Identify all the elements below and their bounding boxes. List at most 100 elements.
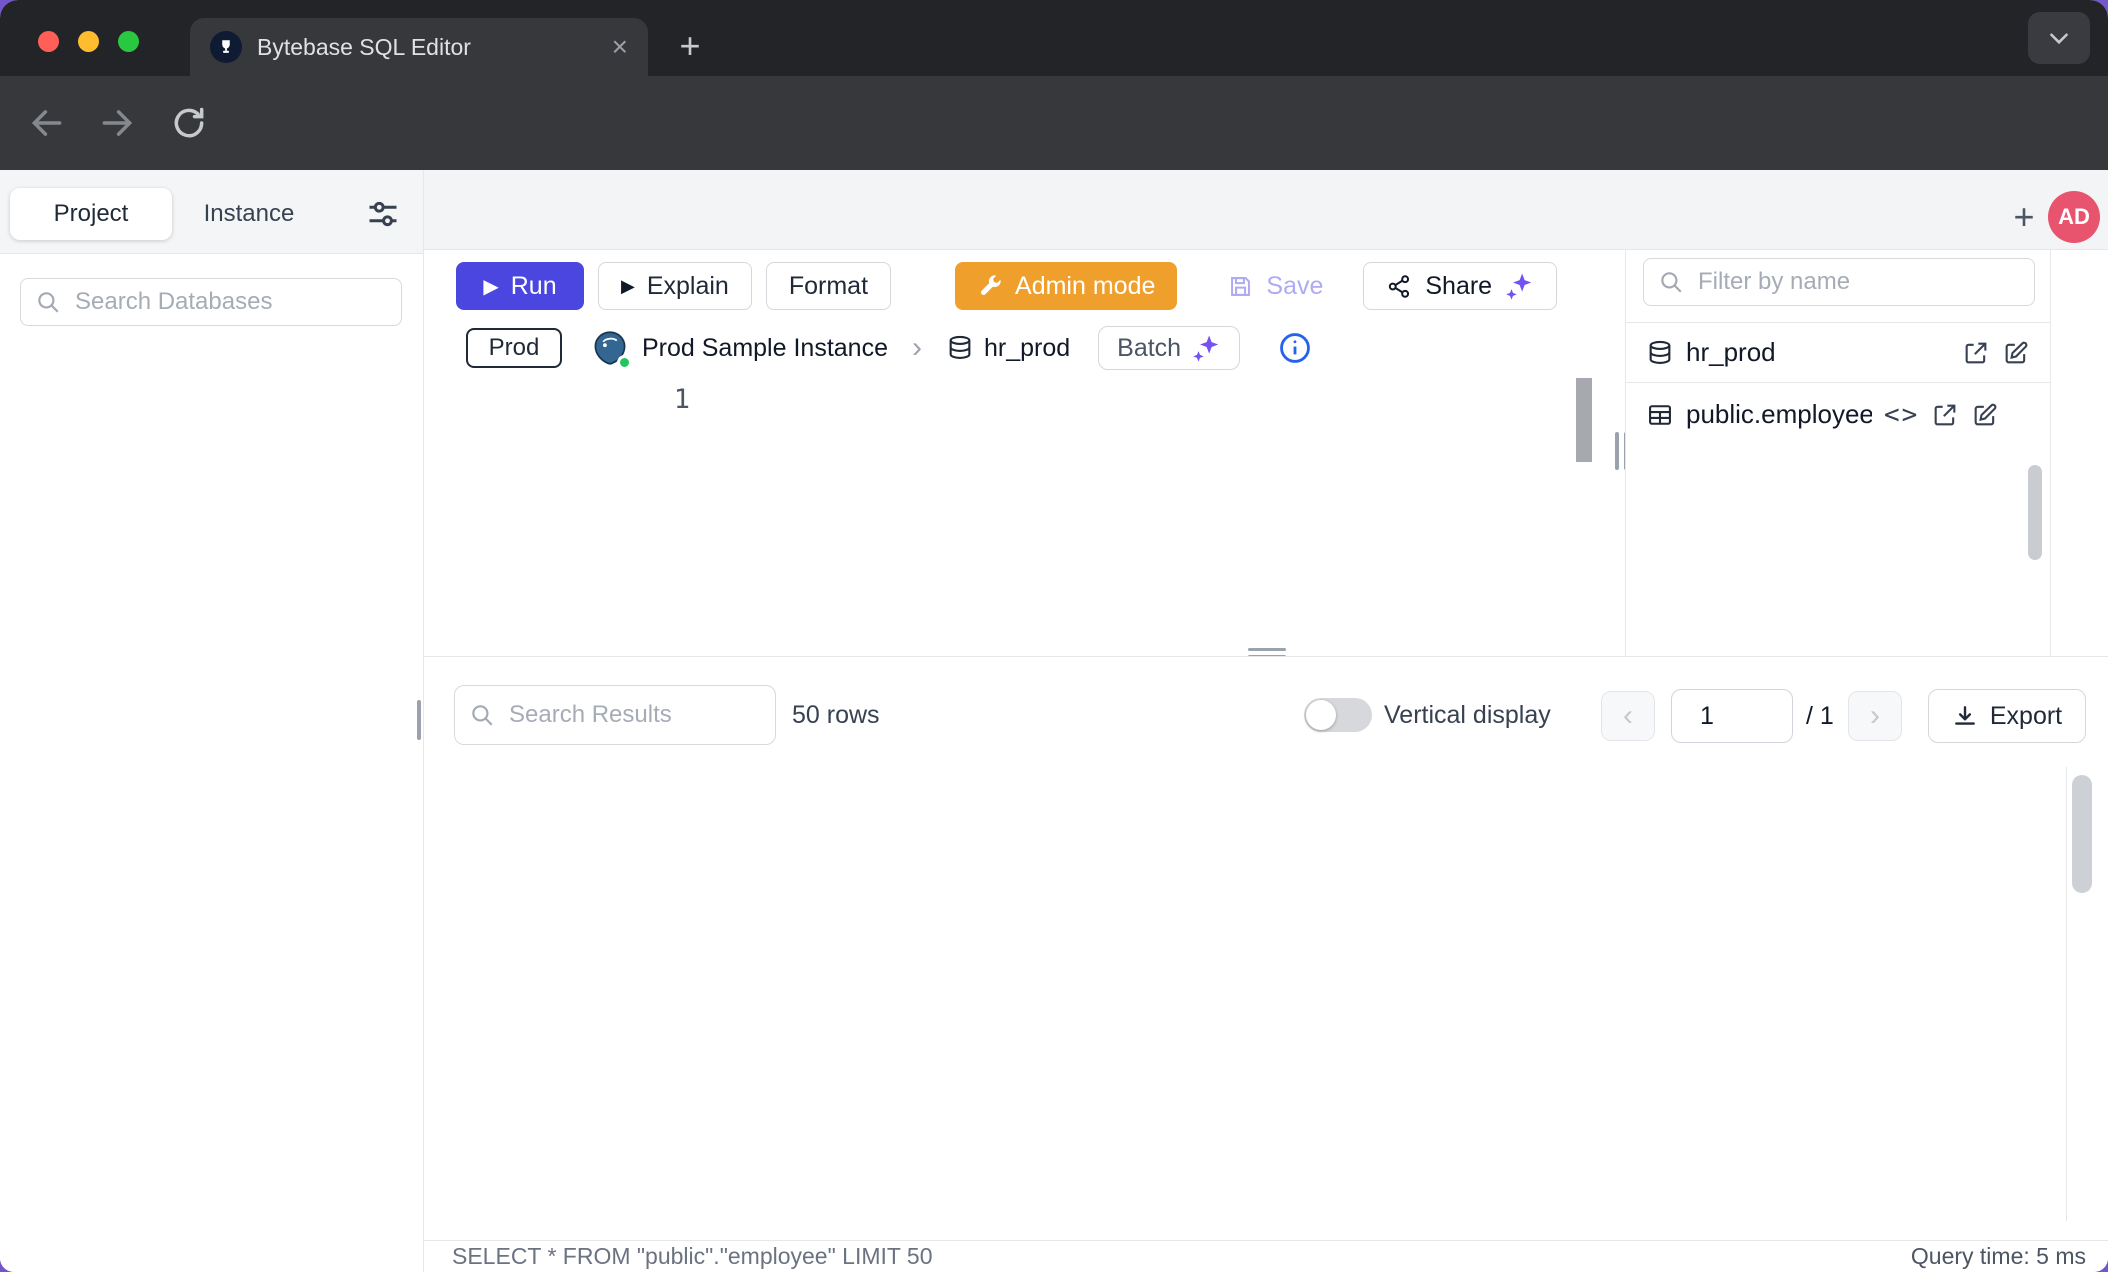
schema-table-name: public.employee bbox=[1686, 399, 1872, 430]
page-number-input[interactable] bbox=[1671, 689, 1793, 743]
browser-navbar: localhost:8080/sql-editor/prod-sample-in… bbox=[0, 76, 2108, 170]
new-tab-button[interactable]: + bbox=[668, 24, 712, 68]
export-button[interactable]: Export bbox=[1928, 689, 2086, 743]
results-panel: 50 rows Vertical display ‹ / 1 › Export bbox=[424, 656, 2108, 1240]
minimize-window-button[interactable] bbox=[78, 31, 99, 52]
share-label: Share bbox=[1425, 272, 1492, 301]
bytebase-favicon-icon bbox=[210, 31, 242, 63]
database-icon bbox=[1646, 339, 1674, 367]
next-page-button[interactable]: › bbox=[1848, 691, 1902, 741]
schema-database-name: hr_prod bbox=[1686, 337, 1776, 368]
search-icon bbox=[469, 702, 495, 728]
schema-filter-input[interactable] bbox=[1696, 267, 2008, 297]
status-dot bbox=[617, 355, 632, 370]
export-label: Export bbox=[1990, 702, 2062, 731]
previous-page-button[interactable]: ‹ bbox=[1601, 691, 1655, 741]
database-search-input[interactable] bbox=[73, 287, 377, 317]
search-icon bbox=[35, 289, 61, 315]
save-icon bbox=[1227, 273, 1254, 300]
query-time: Query time: 5 ms bbox=[1911, 1243, 2086, 1270]
save-label: Save bbox=[1266, 272, 1323, 301]
chevron-right-icon: › bbox=[912, 331, 922, 365]
explain-label: Explain bbox=[647, 272, 729, 301]
reload-icon[interactable] bbox=[170, 104, 208, 142]
filter-settings-icon[interactable] bbox=[365, 196, 401, 232]
database-name[interactable]: hr_prod bbox=[984, 334, 1070, 363]
browser-tab[interactable]: Bytebase SQL Editor × bbox=[190, 18, 648, 76]
tab-project[interactable]: Project bbox=[10, 188, 172, 240]
results-search[interactable] bbox=[454, 685, 776, 745]
results-search-input[interactable] bbox=[507, 700, 763, 730]
worksheet-tab-strip: + AD bbox=[424, 170, 2108, 250]
ai-sparkle-icon bbox=[1504, 271, 1534, 301]
tab-instance[interactable]: Instance bbox=[178, 188, 320, 240]
results-scrollbar-thumb[interactable] bbox=[2072, 775, 2092, 893]
schema-database-row[interactable]: hr_prod bbox=[1626, 322, 2050, 382]
share-button[interactable]: Share bbox=[1363, 262, 1557, 310]
play-outline-icon: ▶ bbox=[621, 276, 635, 297]
batch-sparkle-icon bbox=[1191, 333, 1221, 363]
search-icon bbox=[1658, 269, 1684, 295]
database-search[interactable] bbox=[20, 278, 402, 326]
share-icon bbox=[1386, 273, 1413, 300]
back-icon[interactable] bbox=[28, 104, 66, 142]
run-button[interactable]: ▶ Run bbox=[456, 262, 584, 310]
editor-scrollbar[interactable] bbox=[1576, 378, 1592, 462]
schema-column-list bbox=[1626, 446, 2050, 656]
close-window-button[interactable] bbox=[38, 31, 59, 52]
save-button[interactable]: Save bbox=[1217, 262, 1333, 310]
edit-icon[interactable] bbox=[2002, 339, 2030, 367]
vertical-display-label: Vertical display bbox=[1384, 685, 1551, 745]
connection-breadcrumb: Prod Prod Sample Instance › hr_prod Batc… bbox=[424, 322, 1625, 374]
format-button[interactable]: Format bbox=[766, 262, 891, 310]
executed-query-text: SELECT * FROM "public"."employee" LIMIT … bbox=[452, 1243, 932, 1270]
forward-icon[interactable] bbox=[98, 104, 136, 142]
external-link-icon[interactable] bbox=[1962, 339, 1990, 367]
external-link-icon[interactable] bbox=[1931, 401, 1959, 429]
wrench-icon bbox=[977, 273, 1003, 299]
browser-tab-title: Bytebase SQL Editor bbox=[257, 34, 602, 61]
tab-search-button[interactable] bbox=[2028, 12, 2090, 64]
close-tab-icon[interactable]: × bbox=[612, 31, 628, 63]
editor-toolbar: ▶ Run ▶ Explain Format Admin mode Save S… bbox=[424, 250, 1625, 322]
window-controls bbox=[38, 31, 139, 52]
schema-filter[interactable] bbox=[1643, 258, 2035, 306]
table-icon bbox=[1646, 401, 1674, 429]
info-icon[interactable] bbox=[1278, 331, 1312, 365]
new-worksheet-button[interactable]: + bbox=[2002, 195, 2046, 239]
batch-button[interactable]: Batch bbox=[1098, 326, 1240, 370]
avatar[interactable]: AD bbox=[2048, 191, 2100, 243]
schema-panel: hr_prod public.employee <> bbox=[1625, 250, 2050, 656]
browser-titlebar: Bytebase SQL Editor × + bbox=[0, 0, 2108, 76]
row-count: 50 rows bbox=[792, 685, 880, 745]
postgres-icon bbox=[592, 330, 628, 366]
database-icon bbox=[946, 334, 974, 362]
admin-mode-button[interactable]: Admin mode bbox=[955, 262, 1177, 310]
maximize-window-button[interactable] bbox=[118, 31, 139, 52]
line-number: 1 bbox=[640, 384, 690, 415]
status-bar: SELECT * FROM "public"."employee" LIMIT … bbox=[424, 1240, 2108, 1272]
screen: Bytebase SQL Editor × + localhost:8080/s… bbox=[0, 0, 2108, 1272]
instance-name[interactable]: Prod Sample Instance bbox=[642, 334, 888, 363]
admin-mode-label: Admin mode bbox=[1015, 272, 1155, 301]
environment-chip[interactable]: Prod bbox=[466, 328, 562, 368]
schema-table-row[interactable]: public.employee <> bbox=[1626, 382, 2050, 446]
sidebar: Project Instance bbox=[0, 170, 424, 1272]
page-total: / 1 bbox=[1806, 689, 1834, 743]
toggle-knob bbox=[1306, 700, 1336, 730]
run-label: Run bbox=[511, 272, 557, 301]
sidebar-header: Project Instance bbox=[0, 170, 423, 254]
schema-scrollbar[interactable] bbox=[2028, 465, 2042, 560]
explain-button[interactable]: ▶ Explain bbox=[598, 262, 752, 310]
browser-window: Bytebase SQL Editor × + localhost:8080/s… bbox=[0, 0, 2108, 1272]
vertical-display-toggle[interactable] bbox=[1304, 698, 1372, 732]
sql-editor[interactable]: 1 bbox=[424, 374, 1625, 652]
format-label: Format bbox=[789, 272, 868, 301]
edit-icon[interactable] bbox=[1971, 401, 1999, 429]
play-icon: ▶ bbox=[483, 274, 498, 299]
view-definition-icon[interactable]: <> bbox=[1884, 400, 1919, 430]
download-icon bbox=[1952, 703, 1978, 729]
batch-label: Batch bbox=[1117, 334, 1181, 363]
side-tab-strip bbox=[2050, 250, 2108, 656]
results-scrollbar-track[interactable] bbox=[2066, 767, 2096, 1221]
